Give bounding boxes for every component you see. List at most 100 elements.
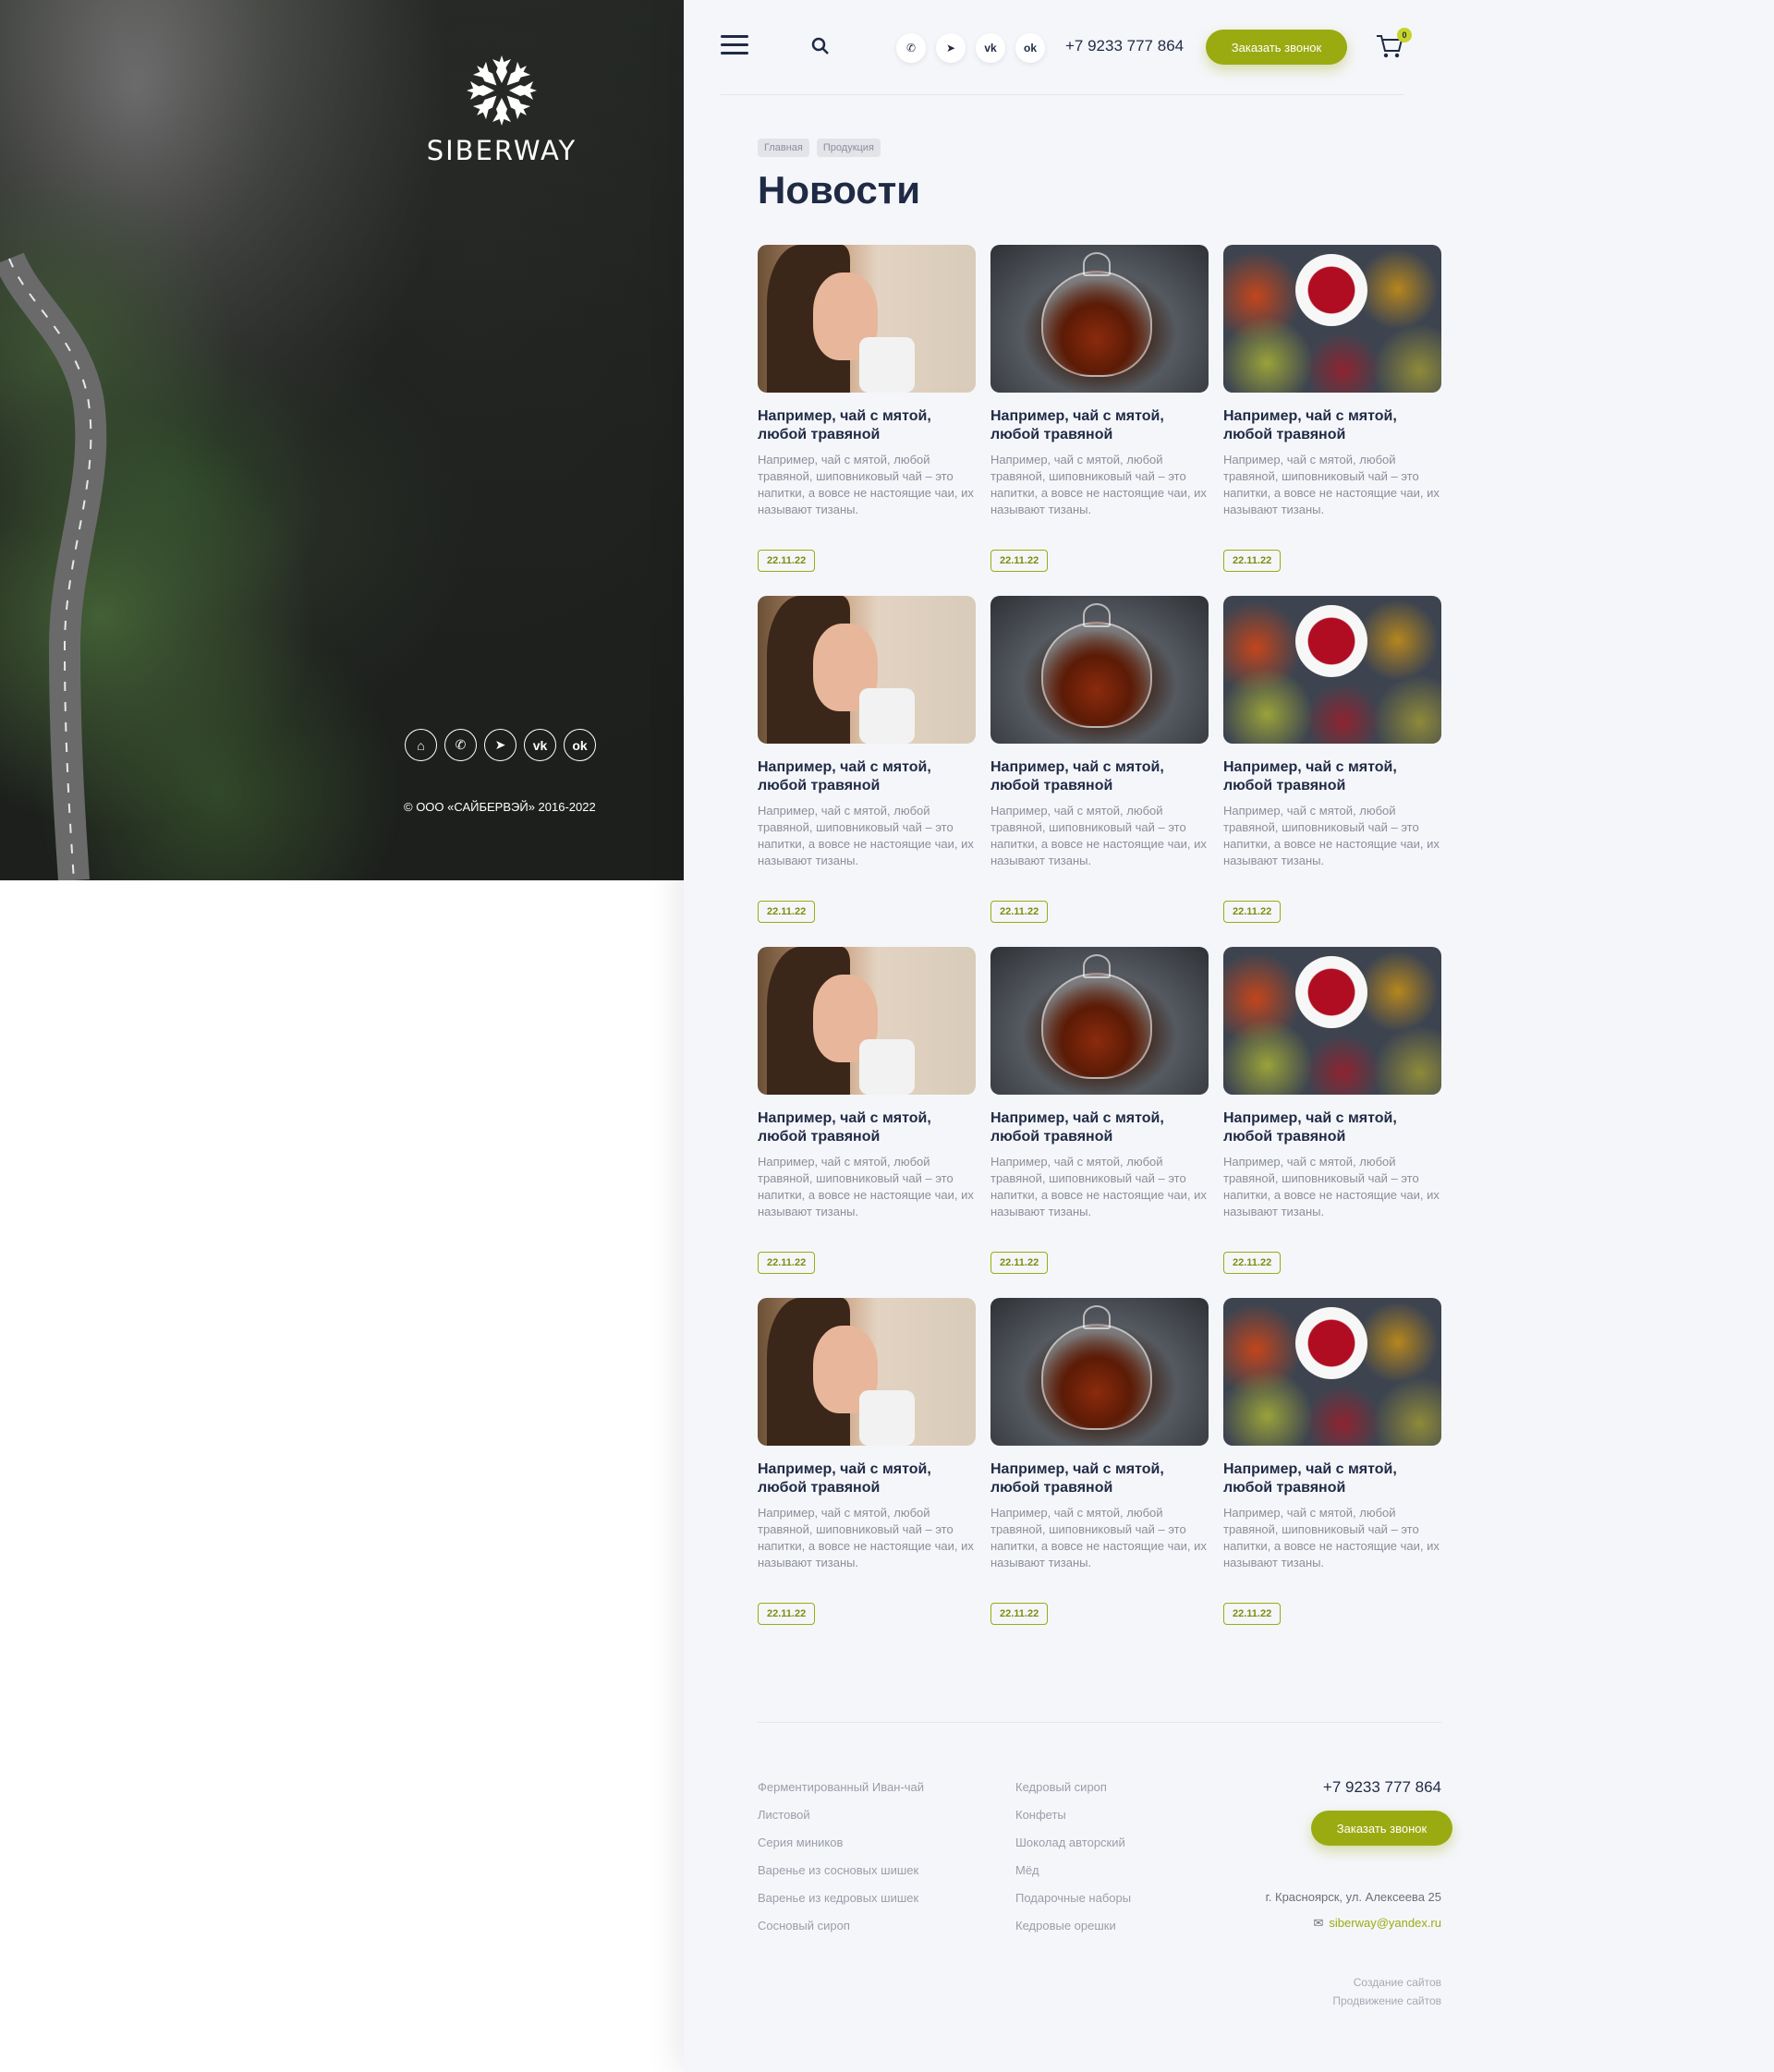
home-icon[interactable]: ⌂ (405, 729, 437, 761)
news-card[interactable]: Например, чай с мятой, любой травяной Нап… (758, 245, 976, 574)
breadcrumb-item[interactable]: Продукция (816, 139, 881, 157)
news-excerpt: Например, чай с мятой, любой травяной, ш… (758, 1506, 974, 1569)
vk-icon[interactable]: vk (524, 729, 556, 761)
news-excerpt: Например, чай с мятой, любой травяной, ш… (758, 804, 974, 867)
news-excerpt: Например, чай с мятой, любой травяной, ш… (1223, 453, 1440, 516)
footer-product-link[interactable]: Серия миников (758, 1835, 924, 1851)
footer-email[interactable]: ✉ siberway@yandex.ru (1220, 1916, 1442, 1931)
footer-address: г. Красноярск, ул. Алексеева 25 (1265, 1890, 1441, 1904)
footer-product-link[interactable]: Варенье из кедровых шишек (758, 1890, 924, 1907)
news-card[interactable]: Например, чай с мятой, любой травяной Нап… (990, 245, 1209, 574)
cart-count-badge: 0 (1397, 28, 1412, 42)
news-title[interactable]: Например, чай с мятой, любой травяной (758, 758, 976, 795)
developer-links: Создание сайтов Продвижение сайтов (1257, 1973, 1441, 2010)
news-image-woman-with-cup[interactable] (758, 245, 976, 393)
news-image-woman-with-cup[interactable] (758, 596, 976, 744)
footer-product-link[interactable]: Ферментированный Иван-чай (758, 1779, 924, 1796)
breadcrumb: Главная Продукция (758, 139, 881, 157)
cart[interactable]: 0 (1375, 28, 1412, 66)
whatsapp-icon[interactable]: ✆ (444, 729, 477, 761)
dev-link-creation[interactable]: Создание сайтов (1257, 1973, 1441, 1992)
news-excerpt: Например, чай с мятой, любой травяной, ш… (758, 453, 974, 516)
news-date-badge: 22.11.22 (758, 1603, 816, 1625)
news-title[interactable]: Например, чай с мятой, любой травяной (990, 1460, 1209, 1497)
news-title[interactable]: Например, чай с мятой, любой травяной (990, 758, 1209, 795)
news-image-tea-and-spices[interactable] (1223, 1298, 1441, 1446)
news-title[interactable]: Например, чай с мятой, любой травяной (1223, 758, 1441, 795)
footer-product-link[interactable]: Листовой (758, 1807, 924, 1824)
news-image-woman-with-cup[interactable] (758, 1298, 976, 1446)
news-image-teapot[interactable] (990, 245, 1209, 393)
footer-email-text[interactable]: siberway@yandex.ru (1329, 1916, 1441, 1930)
news-title[interactable]: Например, чай с мятой, любой травяной (990, 407, 1209, 444)
news-image-tea-and-spices[interactable] (1223, 947, 1441, 1095)
dev-link-promotion[interactable]: Продвижение сайтов (1257, 1992, 1441, 2010)
news-image-tea-and-spices[interactable] (1223, 245, 1441, 393)
news-date-badge: 22.11.22 (990, 550, 1049, 572)
news-card[interactable]: Например, чай с мятой, любой травяной Нап… (758, 1298, 976, 1627)
news-title[interactable]: Например, чай с мятой, любой травяной (1223, 1460, 1441, 1497)
footer-product-link[interactable]: Конфеты (1015, 1807, 1131, 1824)
footer-product-link[interactable]: Кедровый сироп (1015, 1779, 1131, 1796)
news-title[interactable]: Например, чай с мятой, любой травяной (758, 1109, 976, 1146)
hero-panel: SIBERWAY ⌂ ✆ ➤ vk ok © ООО «САЙБЕРВЭЙ» 2… (0, 0, 684, 880)
news-excerpt: Например, чай с мятой, любой травяной, ш… (1223, 1506, 1440, 1569)
telegram-icon[interactable]: ➤ (936, 33, 966, 63)
footer-product-link[interactable]: Кедровые орешки (1015, 1918, 1131, 1934)
news-grid: Например, чай с мятой, любой травяной Нап… (758, 245, 1460, 1627)
hero-social-links: ⌂ ✆ ➤ vk ok (405, 729, 596, 761)
news-title[interactable]: Например, чай с мятой, любой травяной (758, 1460, 976, 1497)
footer-products-col-1: Ферментированный Иван-чай Листовой Серия м… (758, 1779, 924, 1945)
news-date-badge: 22.11.22 (990, 901, 1049, 923)
footer-product-link[interactable]: Мёд (1015, 1862, 1131, 1879)
news-image-tea-and-spices[interactable] (1223, 596, 1441, 744)
vk-icon[interactable]: vk (976, 33, 1005, 63)
main-panel: ✆ ➤ vk ok +7 9233 777 864 Заказать звоно… (684, 0, 1774, 2072)
header-phone[interactable]: +7 9233 777 864 (1065, 37, 1184, 55)
menu-burger-icon[interactable] (721, 35, 748, 57)
news-image-teapot[interactable] (990, 947, 1209, 1095)
whatsapp-icon[interactable]: ✆ (896, 33, 926, 63)
page-title: Новости (758, 168, 921, 212)
news-card[interactable]: Например, чай с мятой, любой травяной Нап… (1223, 596, 1441, 925)
news-card[interactable]: Например, чай с мятой, любой травяной Нап… (990, 596, 1209, 925)
envelope-icon: ✉ (1313, 1916, 1324, 1930)
footer-product-link[interactable]: Сосновый сироп (758, 1918, 924, 1934)
odnoklassniki-icon[interactable]: ok (1015, 33, 1045, 63)
news-card[interactable]: Например, чай с мятой, любой травяной Нап… (990, 947, 1209, 1276)
telegram-icon[interactable]: ➤ (484, 729, 516, 761)
breadcrumb-item[interactable]: Главная (758, 139, 809, 157)
news-date-badge: 22.11.22 (990, 1252, 1049, 1274)
snowflake-logo-icon (467, 55, 537, 126)
odnoklassniki-icon[interactable]: ok (564, 729, 596, 761)
news-card[interactable]: Например, чай с мятой, любой травяной Нап… (1223, 1298, 1441, 1627)
news-excerpt: Например, чай с мятой, любой травяной, ш… (758, 1155, 974, 1218)
news-title[interactable]: Например, чай с мятой, любой травяной (1223, 1109, 1441, 1146)
news-card[interactable]: Например, чай с мятой, любой травяной Нап… (758, 596, 976, 925)
news-date-badge: 22.11.22 (1223, 1252, 1282, 1274)
footer-divider (758, 1722, 1441, 1723)
news-title[interactable]: Например, чай с мятой, любой травяной (990, 1109, 1209, 1146)
footer-order-call-button[interactable]: Заказать звонок (1311, 1811, 1452, 1846)
news-image-woman-with-cup[interactable] (758, 947, 976, 1095)
footer-product-link[interactable]: Подарочные наборы (1015, 1890, 1131, 1907)
news-title[interactable]: Например, чай с мятой, любой травяной (758, 407, 976, 444)
search-icon[interactable] (811, 37, 830, 55)
footer-products-col-2: Кедровый сироп Конфеты Шоколад авторский Мё… (1015, 1779, 1131, 1945)
news-card[interactable]: Например, чай с мятой, любой травяной Нап… (758, 947, 976, 1276)
news-excerpt: Например, чай с мятой, любой травяной, ш… (1223, 1155, 1440, 1218)
header-social-links: ✆ ➤ vk ok (896, 33, 1045, 63)
news-image-teapot[interactable] (990, 596, 1209, 744)
news-date-badge: 22.11.22 (758, 1252, 816, 1274)
news-image-teapot[interactable] (990, 1298, 1209, 1446)
siberway-logo[interactable]: SIBERWAY (421, 52, 582, 166)
news-title[interactable]: Например, чай с мятой, любой травяной (1223, 407, 1441, 444)
footer-product-link[interactable]: Варенье из сосновых шишек (758, 1862, 924, 1879)
footer-product-link[interactable]: Шоколад авторский (1015, 1835, 1131, 1851)
news-card[interactable]: Например, чай с мятой, любой травяной Нап… (1223, 947, 1441, 1276)
news-card[interactable]: Например, чай с мятой, любой травяной Нап… (990, 1298, 1209, 1627)
news-card[interactable]: Например, чай с мятой, любой травяной Нап… (1223, 245, 1441, 574)
news-excerpt: Например, чай с мятой, любой травяной, ш… (990, 453, 1207, 516)
footer-phone[interactable]: +7 9233 777 864 (1319, 1778, 1441, 1797)
order-call-button[interactable]: Заказать звонок (1206, 30, 1347, 65)
